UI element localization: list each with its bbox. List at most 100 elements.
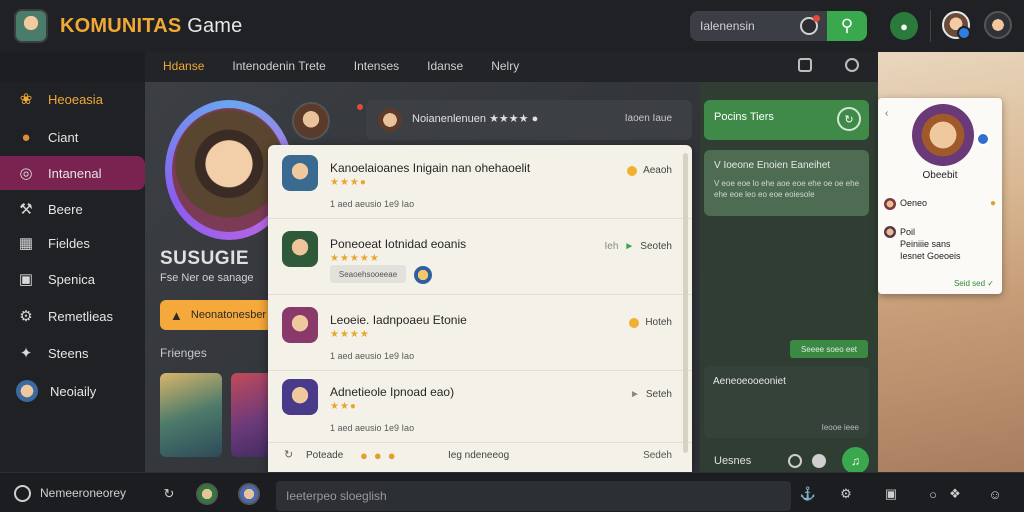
profile-popup: ‹ Obeebit Oeneo ● Poil Peiniiie sans Ies… [878, 98, 1002, 294]
online-users-button[interactable]: ● [890, 12, 918, 40]
sidebar-item-remetlieas[interactable]: ⚙ Remetlieas [0, 299, 145, 333]
expand-icon[interactable]: ❖ [944, 483, 966, 505]
sidebar-item-label: Ciant [48, 129, 79, 145]
mic-button[interactable]: ♫ [842, 447, 869, 474]
leaf-icon: ❀ [19, 91, 33, 108]
tab-intenses[interactable]: Intenses [354, 59, 399, 75]
popup-row-label: Oeneo [900, 198, 928, 208]
settings-icon[interactable] [845, 58, 859, 72]
anchor-icon[interactable]: ⚓ [797, 483, 819, 505]
notification-action-label: Aeaoh [643, 165, 672, 176]
chat-icon: ● [21, 128, 31, 146]
notification-action[interactable]: Ieh ► Seoteh [604, 241, 672, 252]
user-avatar[interactable] [942, 11, 971, 40]
app-logo[interactable] [14, 9, 48, 43]
follow-button-label: Neonatonesber [190, 309, 267, 321]
notification-footer-label[interactable]: Poteade [306, 450, 343, 461]
tab-nelry[interactable]: Nelry [491, 59, 519, 75]
notification-item[interactable]: Adnetieole Ipnoad eao) ★★● 1 aed aeusio … [268, 369, 692, 443]
notification-avatar [282, 231, 318, 267]
notification-time: 1 aed aeusio 1e9 Iao [330, 423, 415, 433]
attach-icon[interactable] [812, 454, 826, 468]
popup-message-line: Peiniiie sans [900, 239, 951, 250]
arrow-icon: ► [624, 241, 635, 252]
group-chat-message[interactable]: Aeneoeooeoniet Ieooe ieee [704, 366, 869, 438]
search-placeholder: Ialenensin [700, 19, 755, 33]
chat-input[interactable]: Ieeterpeo sloeglish [276, 481, 791, 511]
notification-action[interactable]: ► Seteh [630, 389, 672, 400]
sidebar-item-neoiaily[interactable]: Neoiaily [0, 374, 145, 408]
friend-avatar[interactable] [238, 483, 260, 505]
notification-stars: ★★● [330, 401, 357, 412]
reload-icon[interactable]: ↻ [284, 448, 293, 461]
gear-icon: ⚙ [19, 308, 33, 325]
emoji-icon[interactable] [788, 454, 802, 468]
profile-subtitle: Fse Ner oe sanage [160, 272, 254, 284]
notification-avatar [282, 379, 318, 415]
like-icon[interactable]: ● [990, 198, 996, 209]
group-chat-message-date: Ieooe ieee [821, 423, 859, 432]
peek-notification-card[interactable]: Noianenlenuen ★★★★ ● Iaoen Iaue [366, 100, 692, 140]
notification-action-prefix: Ieh [604, 241, 619, 252]
sidebar-item-intanenal[interactable]: ◎ Intanenal [0, 156, 145, 190]
emoji-icon[interactable]: ☺ [984, 483, 1006, 505]
camera-icon[interactable]: ▣ [880, 483, 902, 505]
collapse-icon[interactable]: ‹ [885, 108, 888, 119]
tab-idanse[interactable]: Idanse [427, 59, 463, 75]
profile-avatar[interactable] [984, 11, 1012, 39]
notification-item[interactable]: Kanoelaioanes Inigain nan ohehaoelit ★★★… [268, 145, 692, 219]
popup-message[interactable]: Poil Peiniiie sans Iesnet Goeoeis [884, 226, 996, 262]
notification-avatar [282, 307, 318, 343]
search-notification-icon[interactable] [800, 15, 820, 35]
target-icon: ◎ [19, 165, 33, 182]
peek-card-text: Noianenlenuen ★★★★ ● [412, 113, 539, 125]
sidebar-item-beere[interactable]: ⚒ Beere [0, 192, 145, 226]
notification-title: Kanoelaioanes Inigain nan ohehaoelit [330, 161, 531, 175]
status-circle-icon[interactable]: ○ [922, 483, 944, 505]
app-title-main: KOMUNITAS [60, 14, 182, 37]
sidebar-item-label: Neoiaily [50, 383, 97, 399]
refresh-icon[interactable]: ↻ [158, 483, 180, 505]
peek-avatar[interactable] [292, 102, 330, 140]
notification-item[interactable]: Leoeie. Iadnpoaeu Etonie ★★★★ 1 aed aeus… [268, 297, 692, 371]
row-avatar [884, 226, 896, 238]
follow-button[interactable]: ▲ Neonatonesber [160, 300, 272, 330]
friend-thumbnail[interactable] [160, 373, 222, 457]
notification-time: 1 aed aeusio 1e9 Iao [330, 199, 415, 209]
status-icon[interactable] [14, 485, 31, 502]
sidebar-item-heoeasia[interactable]: ❀ Heoeasia [0, 82, 145, 116]
notification-footer-action[interactable]: Sedeh [643, 450, 672, 461]
peek-card-action[interactable]: Iaoen Iaue [625, 113, 672, 124]
friend-avatar[interactable] [196, 483, 218, 505]
notification-title: Leoeie. Iadnpoaeu Etonie [330, 313, 467, 327]
chat-input-placeholder: Ieeterpeo sloeglish [286, 489, 387, 503]
notification-footer: ↻ Poteade ●●● Ieg ndeneeog Sedeh [268, 441, 692, 473]
arrow-icon: ► [629, 389, 640, 400]
tab-hdanse[interactable]: Hdanse [163, 59, 204, 75]
notification-scrollbar[interactable] [683, 153, 688, 453]
notification-action[interactable]: Hoteh [629, 317, 672, 328]
sidebar-item-steens[interactable]: ✦ Steens [0, 336, 145, 370]
notification-action[interactable]: Aeaoh [627, 165, 672, 176]
refresh-icon[interactable]: ↻ [837, 107, 861, 131]
notification-item[interactable]: Poneoeat Iotnidad eoanis ★★★★★ Seaoehsoo… [268, 221, 692, 295]
sidebar-item-fieldes[interactable]: ▦ Fieldes [0, 226, 145, 260]
notification-chip[interactable]: Seaoehsooeeae [330, 265, 406, 283]
sidebar-item-label: Spenica [48, 271, 95, 287]
tab-intenodenin-trete[interactable]: Intenodenin Trete [232, 59, 325, 75]
sidebar-item-label: Fieldes [48, 235, 90, 251]
group-chat-header[interactable]: Pocins Tiers ↻ [704, 100, 869, 140]
sidebar: ❀ Heoeasia ● Ciant ◎ Intanenal ⚒ Beere ▦… [0, 82, 145, 472]
gear-icon[interactable]: ⚙ [835, 483, 857, 505]
sidebar-item-ciant[interactable]: ● Ciant [0, 120, 145, 154]
group-chat-pill[interactable]: Seeee soeo eet [790, 340, 868, 358]
window-icon[interactable] [798, 58, 812, 72]
sidebar-item-spenica[interactable]: ▣ Spenica [0, 262, 145, 296]
top-header: KOMUNITAS Game [0, 0, 1024, 52]
popup-row[interactable]: Oeneo ● [884, 194, 996, 216]
notification-action-label: Hoteh [645, 317, 672, 328]
search-button[interactable]: ⚲ [827, 11, 867, 41]
popup-name: Obeebit [922, 170, 958, 181]
group-chat-card[interactable]: V Ioeone Enoien Eaneihet V eoe eoe lo eh… [704, 150, 869, 216]
grid-icon: ▦ [18, 235, 34, 252]
